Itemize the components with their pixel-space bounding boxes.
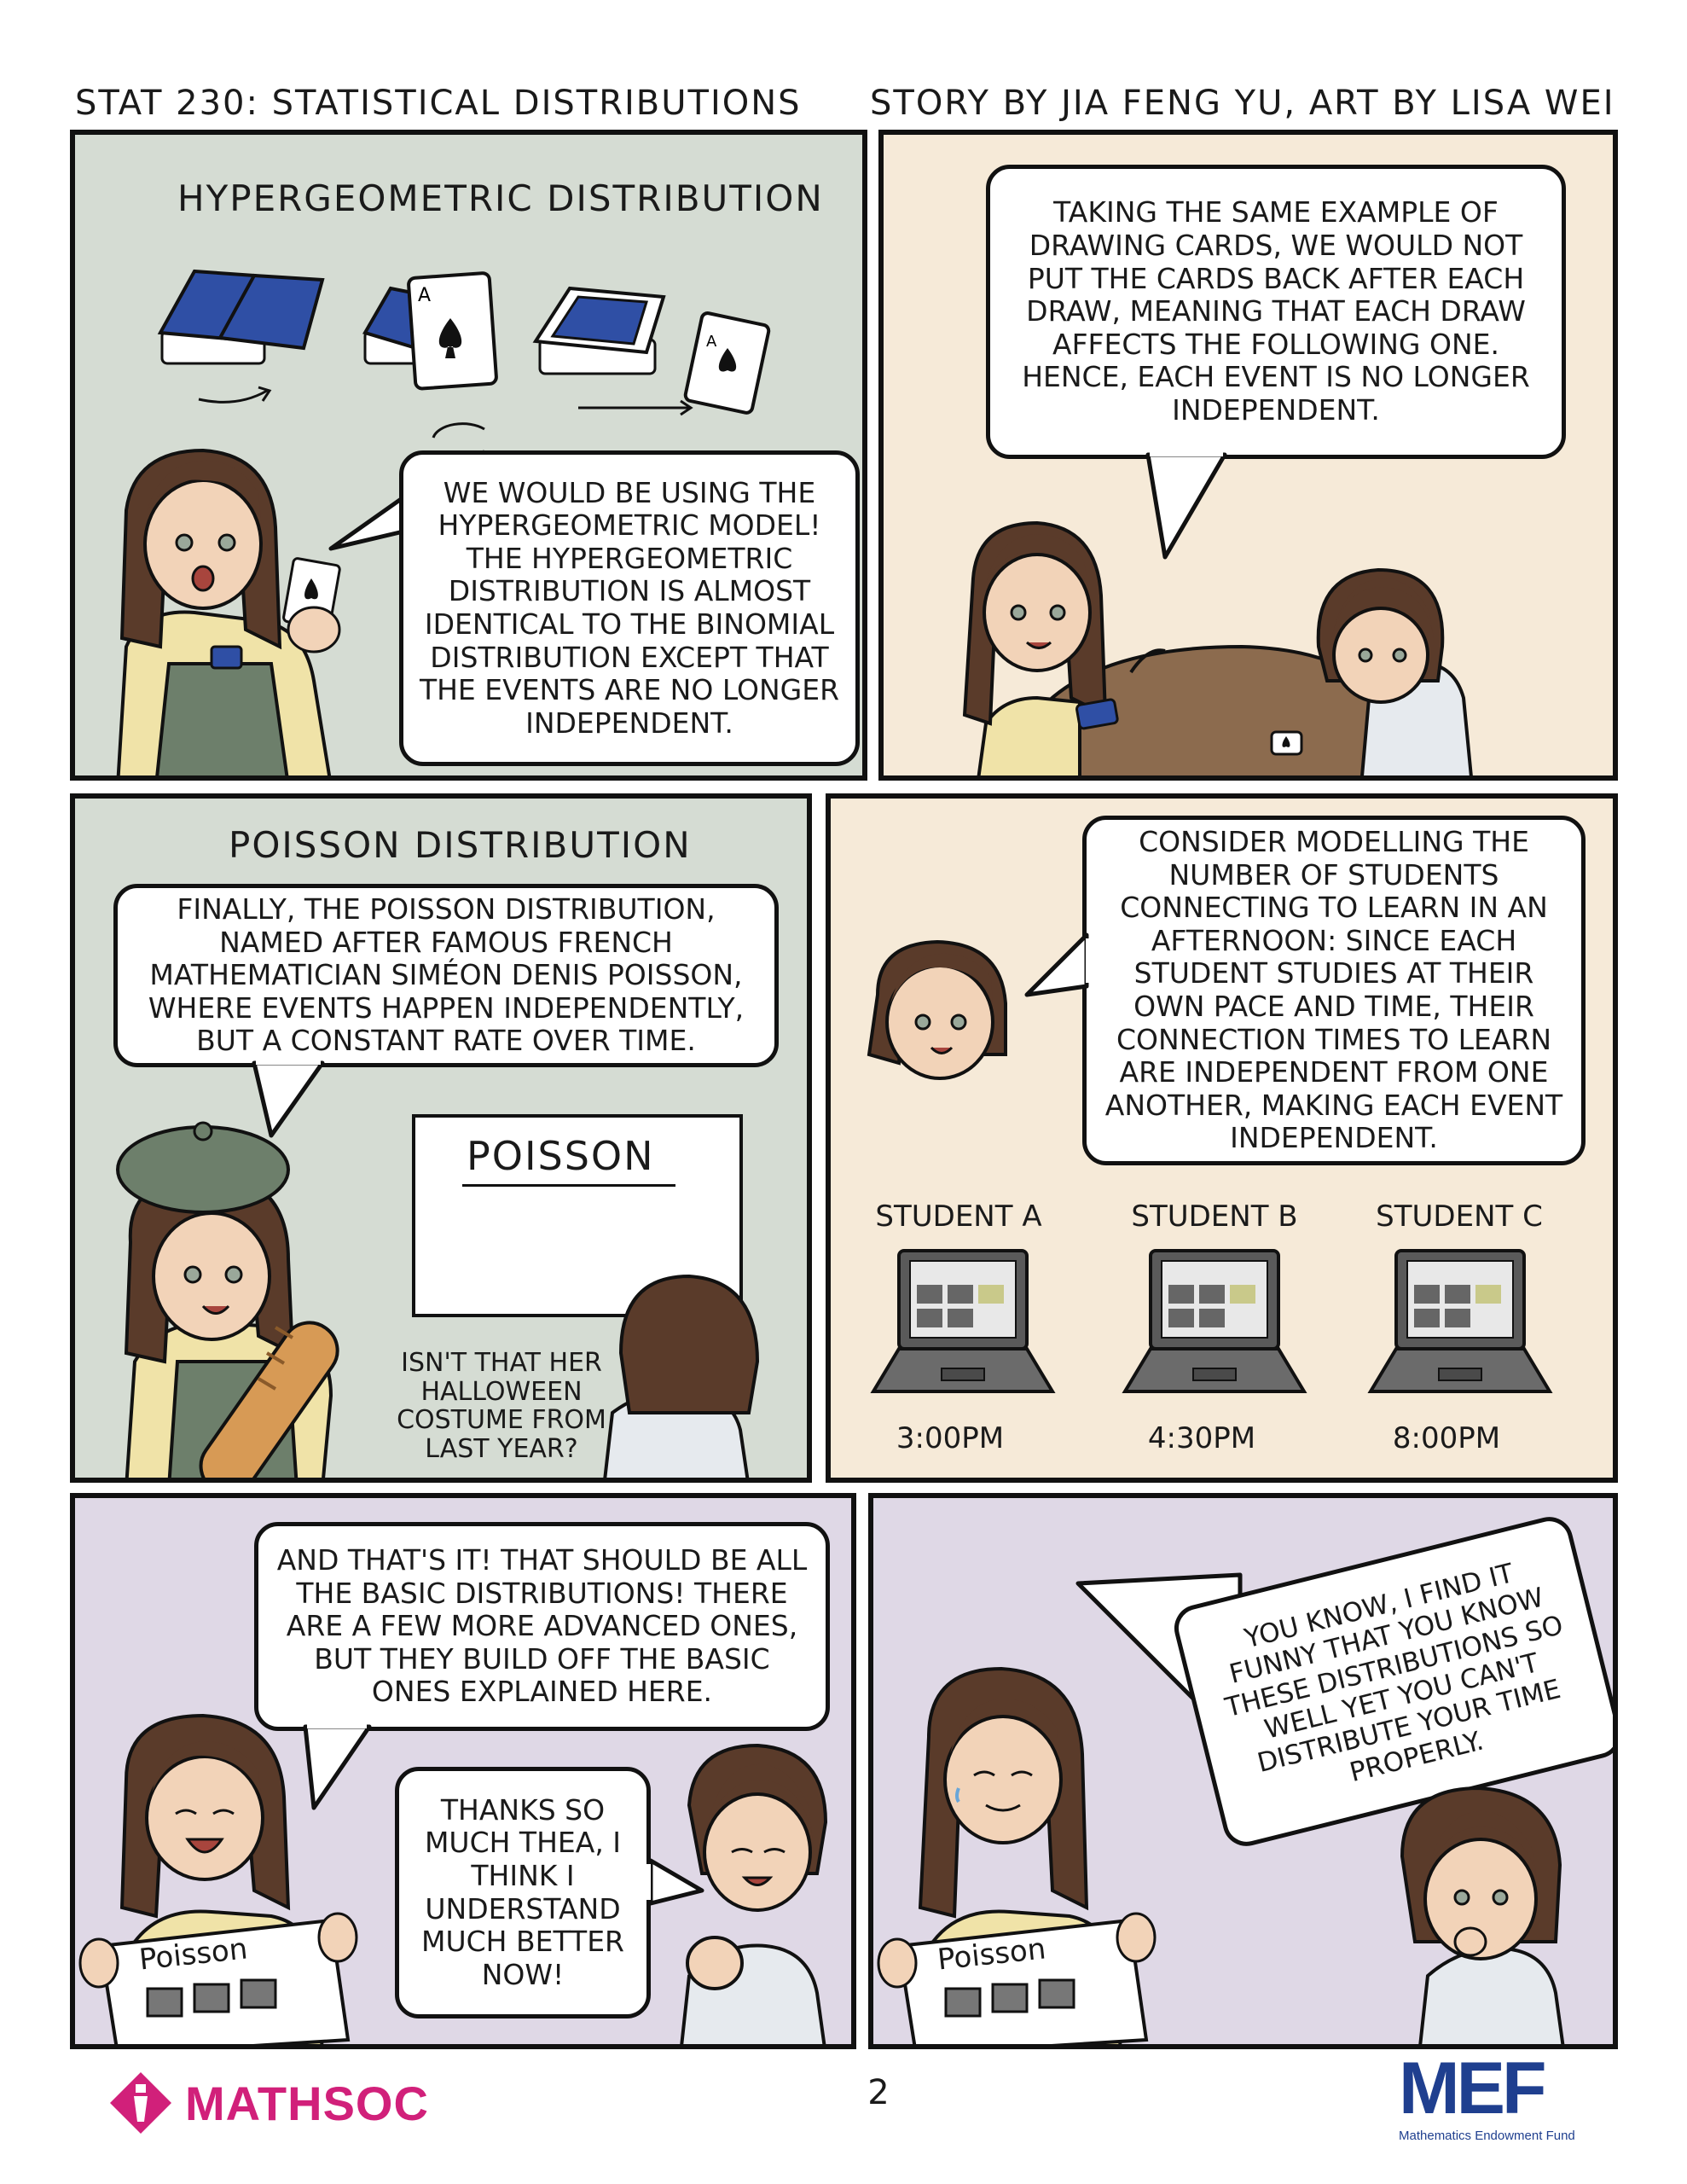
student-character (1400, 1786, 1565, 2044)
student-c-time: 8:00PM (1392, 1421, 1501, 1455)
card-deck-icon: A (532, 286, 771, 416)
panel-punchline: YOU KNOW, I FIND IT FUNNY THAT YOU KNOW … (868, 1493, 1618, 2049)
card-deck-icon (157, 269, 325, 404)
svg-text:A: A (706, 333, 717, 351)
header-right-credits: STORY BY JIA FENG YU, ART BY LISA WEI (870, 84, 1615, 123)
laptop-icon (1367, 1249, 1553, 1393)
speech-tail (328, 495, 411, 551)
mathsoc-logo-icon (110, 2072, 171, 2134)
speech-bubble-hypergeometric: WE WOULD BE USING THE HYPERGEOMETRIC MOD… (399, 450, 860, 766)
mathsoc-logo-text: MATHSOC (185, 2076, 429, 2130)
thea-character (116, 448, 341, 775)
panel-cards-not-replaced: TAKING THE SAME EXAMPLE OF DRAWING CARDS… (878, 130, 1618, 781)
student-character (603, 1274, 760, 1478)
panel-hypergeometric: HYPERGEOMETRIC DISTRIBUTION A A WE WOULD… (70, 130, 867, 781)
laptop-icon (870, 1249, 1056, 1393)
student-character (680, 1743, 828, 2044)
student-b-time: 4:30PM (1147, 1421, 1256, 1455)
panel-summary: AND THAT'S IT! THAT SHOULD BE ALL THE BA… (70, 1493, 856, 2049)
mef-logo-subtitle: Mathematics Endowment Fund (1399, 2129, 1575, 2143)
aside-comment: ISN'T THAT HER HALLOWEEN COSTUME FROM LA… (397, 1348, 606, 1464)
thea-character (116, 1121, 339, 1478)
mef-logo: MEF Mathematics Endowment Fund (1399, 2052, 1638, 2143)
svg-text:A: A (418, 285, 431, 306)
panel-students-example: CONSIDER MODELLING THE NUMBER OF STUDENT… (826, 793, 1618, 1483)
scene-illustration (962, 520, 1473, 775)
page-number: 2 (867, 2073, 890, 2112)
laptop-icon (1122, 1249, 1307, 1393)
mef-logo-text: MEF (1399, 2048, 1547, 2129)
student-a-time: 3:00PM (896, 1421, 1005, 1455)
ace-of-spades-card: A (362, 271, 498, 466)
header-left-title: STAT 230: STATISTICAL DISTRIBUTIONS (75, 84, 802, 123)
mathsoc-logo: MATHSOC (107, 2069, 429, 2137)
laptop-icons (870, 1249, 1553, 1393)
panel-poisson: POISSON DISTRIBUTION FINALLY, THE POISSO… (70, 793, 812, 1483)
